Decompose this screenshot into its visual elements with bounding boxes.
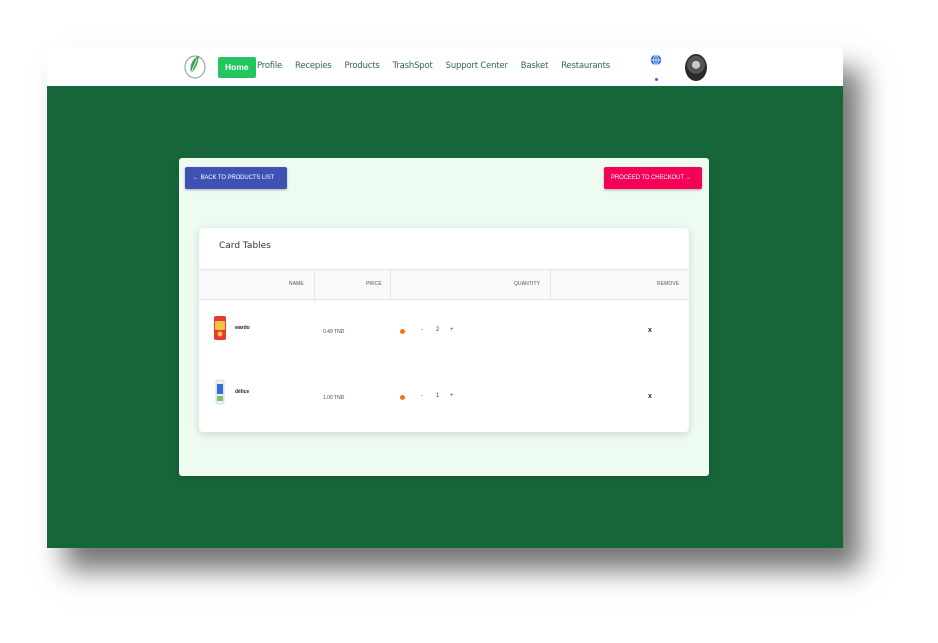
globe-icon[interactable] [650,54,662,66]
column-header-quantity: QUANTITY [514,281,541,287]
language-indicator [655,78,658,81]
product-price: 1.00 TND [323,395,345,401]
cart-table-card: Card Tables NAME PRICE QUANTITY REMOVE w… [199,228,689,432]
product-name: wardo [235,325,250,331]
column-header-remove: REMOVE [657,281,680,287]
quantity-status-dot [400,329,405,334]
remove-item-button[interactable]: x [648,327,652,334]
table-header: NAME PRICE QUANTITY REMOVE [199,269,689,301]
product-price: 0.49 TND [323,329,345,335]
nav-link-restaurants[interactable]: Restaurants [561,61,610,71]
product-name: délice [235,389,250,395]
column-header-name: NAME [289,281,304,287]
user-avatar[interactable] [685,54,707,81]
nav-link-basket[interactable]: Basket [521,61,549,71]
table-row: délice 1.00 TND - 1 + x [199,370,689,430]
leaf-logo-icon[interactable] [183,53,207,79]
nav-link-products[interactable]: Products [345,61,380,71]
nav-link-recepies[interactable]: Recepies [295,61,332,71]
product-image [215,379,225,405]
nav-home-button[interactable]: Home [218,57,256,78]
quantity-value: 1 [436,393,440,399]
nav-link-support-center[interactable]: Support Center [446,61,508,71]
column-divider [550,270,551,301]
increase-quantity-button[interactable]: + [450,393,454,399]
top-navbar: Home Profile Recepies Products TrashSpot… [47,47,843,86]
back-to-products-button[interactable]: ← BACK TO PRODUCTS LIST [185,167,287,189]
column-divider [390,270,391,301]
nav-link-profile[interactable]: Profile [257,61,282,71]
increase-quantity-button[interactable]: + [450,327,454,333]
app-window: Home Profile Recepies Products TrashSpot… [47,47,843,548]
table-row: wardo 0.49 TND - 2 + x [199,304,689,364]
column-divider [314,270,315,301]
card-title: Card Tables [219,241,271,251]
product-image [214,316,226,340]
nav-links: Profile Recepies Products TrashSpot Supp… [257,61,623,71]
remove-item-button[interactable]: x [648,393,652,400]
proceed-to-checkout-button[interactable]: PROCEED TO CHECKOUT → [604,167,702,189]
decrease-quantity-button[interactable]: - [421,327,423,333]
nav-link-trashspot[interactable]: TrashSpot [393,61,433,71]
decrease-quantity-button[interactable]: - [421,393,423,399]
quantity-value: 2 [436,327,440,333]
quantity-status-dot [400,395,405,400]
column-header-price: PRICE [366,281,382,287]
basket-panel: ← BACK TO PRODUCTS LIST PROCEED TO CHECK… [179,158,709,476]
